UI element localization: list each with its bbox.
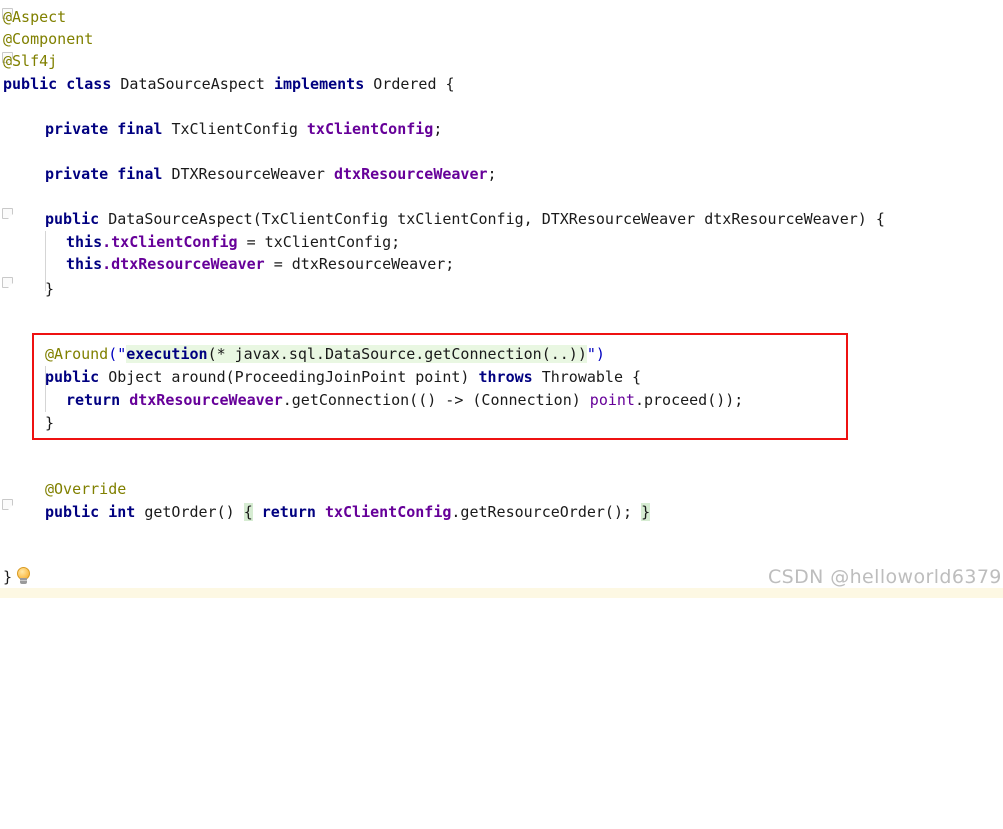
quote-open: " [117,345,127,363]
proceed-call[interactable]: .proceed()); [635,391,743,409]
keyword-private: private [45,120,109,138]
code-line-class-declaration[interactable]: public class DataSourceAspect implements… [3,73,455,95]
keyword-return: return [261,503,316,521]
annotation-override[interactable]: @Override [45,480,126,498]
code-line-constructor-signature[interactable]: public DataSourceAspect(TxClientConfig t… [45,208,885,230]
keyword-throws: throws [478,368,533,386]
keyword-return: return [66,391,121,409]
annotation-aspect[interactable]: @Aspect [3,8,66,26]
keyword-public: public [45,210,100,228]
code-line-aspect-annotation[interactable]: @Aspect [3,6,66,28]
close-brace: } [45,414,55,432]
keyword-this: this [66,255,103,273]
brace-open-highlighted: { [243,503,253,521]
pointcut-keyword-execution[interactable]: execution [126,345,208,363]
keyword-private: private [45,165,109,183]
code-line-class-close[interactable]: } [3,566,12,588]
brace-close-highlighted: } [641,503,651,521]
pointcut-expression[interactable]: (* javax.sql.DataSource.getConnection(..… [207,345,587,363]
field-name-dtxresourceweaver[interactable]: dtxResourceWeaver [334,165,488,183]
code-line-component-annotation[interactable]: @Component [3,28,93,50]
semicolon: ; [487,165,497,183]
code-line-getorder[interactable]: public int getOrder() { return txClientC… [45,501,651,523]
exception-type-throwable[interactable]: Throwable { [533,368,641,386]
code-line-field-txclientconfig[interactable]: private final TxClientConfig txClientCon… [45,118,442,140]
close-brace: } [45,280,55,298]
keyword-this: this [66,233,103,251]
code-line-override-annotation[interactable]: @Override [45,478,126,500]
close-brace: } [3,568,13,586]
class-name[interactable]: DataSourceAspect [120,75,265,93]
code-line-constructor-close[interactable]: } [45,278,54,300]
keyword-public: public [45,368,100,386]
keyword-implements: implements [273,75,365,93]
method-signature[interactable]: Object around(ProceedingJoinPoint point) [99,368,478,386]
code-line-around-close[interactable]: } [45,412,54,434]
code-content[interactable]: @Aspect @Component @Slf4j public class D… [0,0,1003,598]
field-type[interactable]: DTXResourceWeaver [171,165,325,183]
assignment-expression[interactable]: = dtxResourceWeaver; [265,255,455,273]
code-line-assign-txclientconfig[interactable]: this.txClientConfig = txClientConfig; [66,231,400,253]
constructor-signature[interactable]: DataSourceAspect(TxClientConfig txClient… [99,210,885,228]
code-line-field-dtxresourceweaver[interactable]: private final DTXResourceWeaver dtxResou… [45,163,497,185]
code-line-around-method-signature[interactable]: public Object around(ProceedingJoinPoint… [45,366,641,388]
keyword-int: int [108,503,136,521]
bulb-base [20,578,27,584]
code-line-assign-dtxresourceweaver[interactable]: this.dtxResourceWeaver = dtxResourceWeav… [66,253,454,275]
code-line-around-return[interactable]: return dtxResourceWeaver.getConnection((… [66,389,743,411]
code-editor[interactable]: @Aspect @Component @Slf4j public class D… [0,0,1003,598]
keyword-public: public [3,75,58,93]
paren-open: ( [108,345,118,363]
code-line-slf4j-annotation[interactable]: @Slf4j [3,50,57,72]
intention-action-lightbulb-icon[interactable] [16,567,31,584]
keyword-class: class [66,75,112,93]
field-ref-dtxresourceweaver[interactable]: .dtxResourceWeaver [102,255,265,273]
open-brace: { [445,75,455,93]
annotation-component[interactable]: @Component [3,30,93,48]
field-ref-txclientconfig[interactable]: txClientConfig [316,503,451,521]
assignment-expression[interactable]: = txClientConfig; [238,233,401,251]
bottom-band [0,588,1003,598]
paren-close: ) [595,345,605,363]
getconnection-call[interactable]: .getConnection(() -> (Connection) [283,391,590,409]
field-ref-txclientconfig[interactable]: .txClientConfig [102,233,237,251]
field-ref-dtxresourceweaver[interactable]: dtxResourceWeaver [120,391,283,409]
field-type[interactable]: TxClientConfig [171,120,297,138]
annotation-slf4j[interactable]: @Slf4j [3,52,57,70]
watermark: CSDN @helloworld6379 [768,566,1002,588]
super-type-ordered[interactable]: Ordered [373,75,436,93]
keyword-final: final [117,120,163,138]
code-line-around-annotation[interactable]: @Around("execution(* javax.sql.DataSourc… [45,343,605,365]
keyword-public: public [45,503,100,521]
parameter-point[interactable]: point [590,391,635,409]
semicolon: ; [433,120,443,138]
annotation-around[interactable]: @Around [45,345,108,363]
keyword-final: final [117,165,163,183]
getresourceorder-call[interactable]: .getResourceOrder(); [451,503,641,521]
quote-close: " [586,345,596,363]
method-name-getorder[interactable]: getOrder() [135,503,243,521]
field-name-txclientconfig[interactable]: txClientConfig [307,120,433,138]
